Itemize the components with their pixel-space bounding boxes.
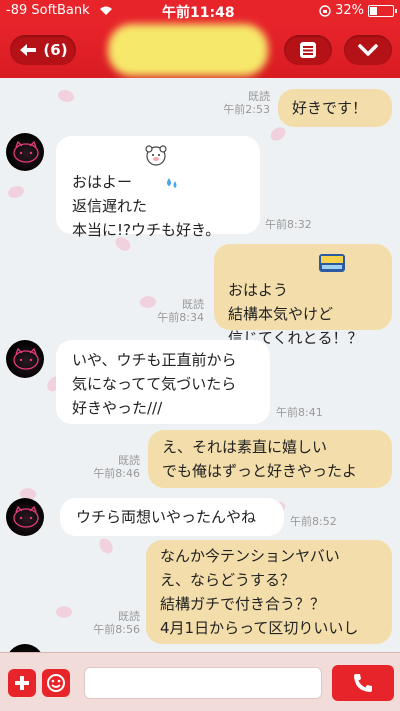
outgoing-message[interactable]: え、それは素直に嬉しい でも俺はずっと好きやったよ xyxy=(148,430,392,488)
contact-name-redacted xyxy=(108,24,268,76)
plus-icon xyxy=(15,676,29,690)
read-label: 既読 xyxy=(118,454,140,467)
back-arrow-icon xyxy=(20,44,37,56)
outgoing-message[interactable]: なんか今テンションヤバい え、ならどうする？ 結構ガチで付き合う？？ 4月1日か… xyxy=(146,540,392,644)
read-receipt: 既読 午前8:34 xyxy=(150,298,204,324)
battery-percent: 32% xyxy=(335,3,364,18)
avatar xyxy=(6,133,44,171)
message-time: 午前8:41 xyxy=(276,406,323,419)
incoming-message[interactable]: ウチら両想いやったんやね xyxy=(60,498,284,536)
menu-button[interactable] xyxy=(284,35,332,65)
smiley-icon xyxy=(47,674,65,692)
carrier-signal: -89 SoftBank xyxy=(6,3,112,18)
status-bar: -89 SoftBank 午前11:48 32% xyxy=(0,0,400,22)
input-bar xyxy=(0,652,400,711)
good-morning-sticker-icon xyxy=(319,254,345,272)
message-input[interactable] xyxy=(84,667,322,699)
phone-icon xyxy=(354,674,372,692)
back-button[interactable]: (6) xyxy=(10,35,76,65)
chat-header: (6) xyxy=(0,22,400,78)
message-text: おはよう 結構本気やけど 信じてくれとる！？ xyxy=(228,281,363,347)
battery-icon xyxy=(368,4,397,17)
avatar xyxy=(6,340,44,378)
read-label: 既読 xyxy=(118,610,140,623)
clock: 午前11:48 xyxy=(162,5,235,21)
chat-area[interactable]: 既読 午前2:53 好きです！ おはよー 返信遅れた 本当に!?ウチも好き。 午… xyxy=(0,78,400,652)
kitty-avatar-icon xyxy=(13,141,39,163)
message-time: 午前8:52 xyxy=(290,515,337,528)
sweat-drops-icon xyxy=(167,178,177,188)
kitty-avatar-icon xyxy=(13,348,39,370)
bear-sticker-icon xyxy=(145,145,167,166)
wifi-icon xyxy=(99,6,112,15)
read-label: 既読 xyxy=(182,298,204,311)
incoming-message[interactable]: おはよー 返信遅れた 本当に!?ウチも好き。 xyxy=(56,136,260,239)
message-time: 午前8:56 xyxy=(93,623,140,636)
message-time: 午前8:46 xyxy=(93,467,140,480)
read-receipt: 既読 午前8:46 xyxy=(84,454,140,480)
status-right: 32% xyxy=(319,3,397,18)
read-receipt: 既読 午前8:56 xyxy=(84,610,140,636)
emoji-button[interactable] xyxy=(42,669,70,697)
expand-button[interactable] xyxy=(344,35,392,65)
petal-decoration xyxy=(97,536,115,556)
read-receipt: 既読 午前2:53 xyxy=(216,90,270,116)
call-button[interactable] xyxy=(332,665,394,701)
petal-decoration xyxy=(54,604,74,620)
unread-count: (6) xyxy=(43,41,68,59)
outgoing-message[interactable]: 好きです！ xyxy=(278,89,392,127)
rotation-lock-icon xyxy=(319,4,331,17)
avatar xyxy=(6,498,44,536)
chevron-down-icon xyxy=(358,44,378,56)
outgoing-message[interactable]: おはよう 結構本気やけど 信じてくれとる！？ xyxy=(214,244,392,347)
avatar xyxy=(6,644,44,652)
read-label: 既読 xyxy=(248,90,270,103)
petal-decoration xyxy=(8,186,24,198)
message-time: 午前8:32 xyxy=(265,218,312,231)
petal-decoration xyxy=(268,125,288,143)
incoming-message[interactable]: いや、ウチも正直前から 気になってて気づいたら 好きやった/// xyxy=(56,340,270,424)
message-time: 午前8:34 xyxy=(157,311,204,324)
message-time: 午前2:53 xyxy=(223,103,270,116)
carrier-label: -89 SoftBank xyxy=(6,3,90,18)
kitty-avatar-icon xyxy=(13,506,39,528)
message-text: おはよー 返信遅れた 本当に!?ウチも好き。 xyxy=(72,173,221,239)
add-button[interactable] xyxy=(8,669,36,697)
petal-decoration xyxy=(56,86,76,106)
menu-icon xyxy=(300,42,316,58)
